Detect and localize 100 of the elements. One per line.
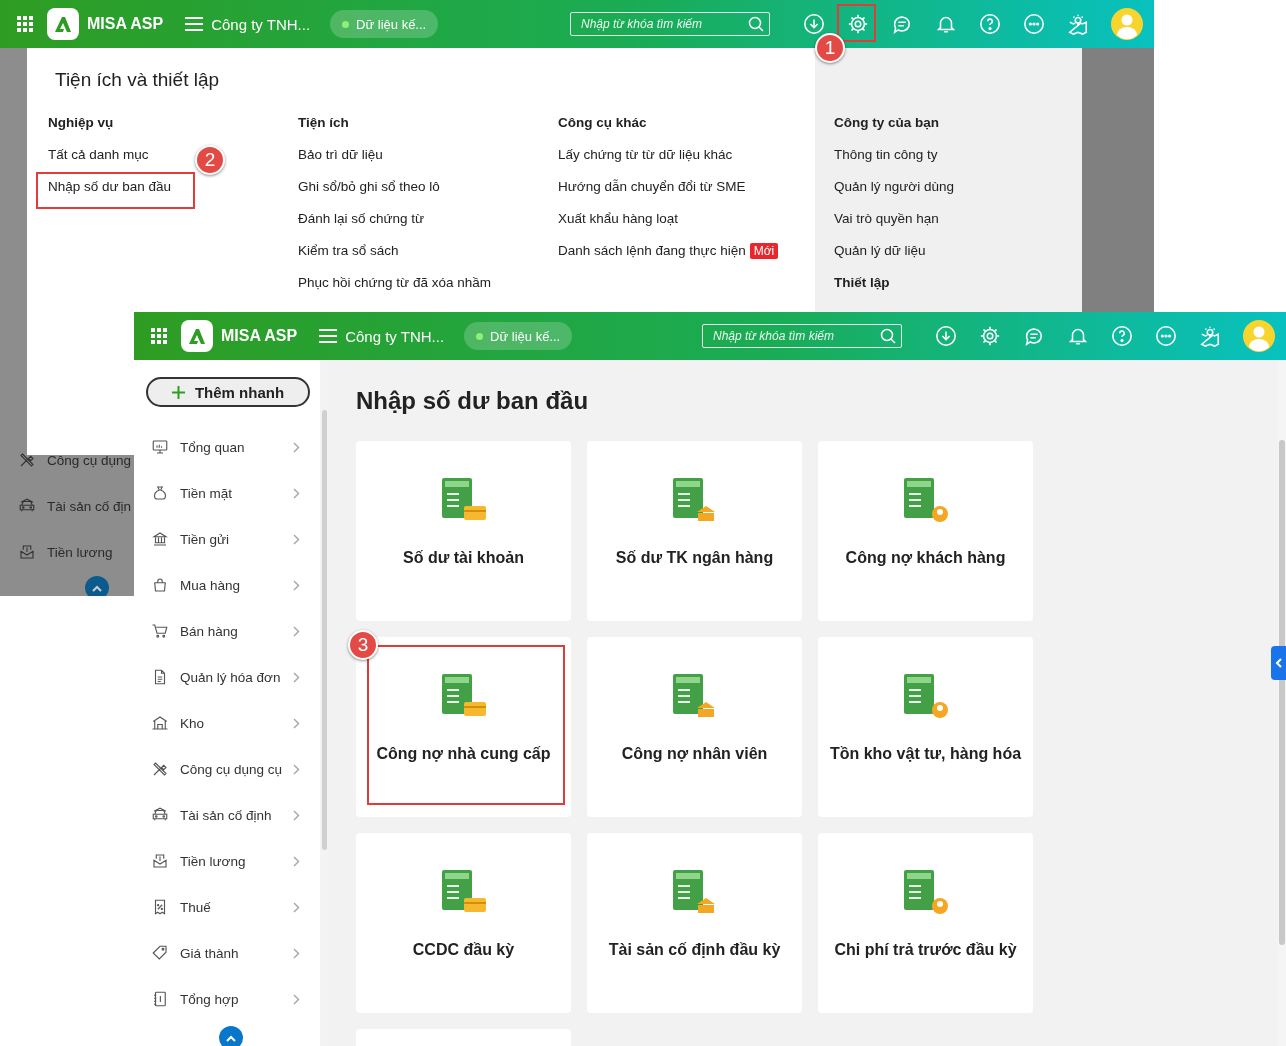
chat-icon[interactable] [1023,325,1045,347]
payroll-icon [151,852,169,870]
tag-icon [151,944,169,962]
menu-item[interactable]: Thông tin công ty [834,147,938,162]
option-card[interactable]: Tài sản cố định đầu kỳ [587,833,802,1013]
menu-item[interactable]: Bảo trì dữ liệu [298,147,383,162]
option-card[interactable]: CCDC đầu kỳ [356,833,571,1013]
search-field[interactable]: Nhập từ khóa tìm kiếm [570,12,770,36]
search-field[interactable]: Nhập từ khóa tìm kiếm [702,324,902,348]
scrollbar[interactable] [320,360,328,1046]
menu-item[interactable]: Ghi sổ/bỏ ghi sổ theo lô [298,179,440,194]
card-label: Công nợ nhà cung cấp [376,744,551,764]
chevron-icon [293,625,300,637]
section-heading: Công cụ khác [558,114,648,132]
nav-item[interactable]: Tiền lương [47,544,113,560]
card-label: CCDC đầu kỳ [412,940,515,960]
nav-item[interactable]: Giá thành [180,945,293,961]
scroll-up-button[interactable] [219,1026,243,1046]
section-heading: Nghiệp vụ [48,114,115,132]
settings-icon[interactable] [979,325,1001,347]
card-label: Chi phí trả trước đầu kỳ [834,940,1017,960]
menu-item[interactable]: Vai trò quyền hạn [834,211,939,226]
collapse-tab[interactable] [1271,646,1286,680]
option-card[interactable]: Số dư tài khoản [356,441,571,621]
help-icon[interactable] [1111,325,1133,347]
lightbulb-map-icon[interactable] [1199,325,1221,347]
menu-item[interactable]: Phục hồi chứng từ đã xóa nhầm [298,275,491,290]
chevron-icon [293,947,300,959]
menu-item[interactable]: Nhập số dư ban đầu [48,179,172,194]
search-icon [880,328,896,344]
chevron-icon [293,717,300,729]
menu-item[interactable]: Đánh lại số chứng từ [298,211,425,226]
cart-icon [151,622,169,640]
option-card[interactable]: Công nợ khách hàng [818,441,1033,621]
menu-icon[interactable] [319,329,338,343]
menu-icon[interactable] [185,17,204,31]
step-badge: 1 [815,33,845,63]
chevron-up-icon [226,1034,236,1042]
more-icon[interactable] [1023,13,1045,35]
menu-item[interactable]: Kiểm tra sổ sách [298,243,399,258]
settings-icon[interactable] [847,13,869,35]
option-card[interactable]: Công nợ nhân viên [587,637,802,817]
nav-item[interactable]: Tiền mặt [180,485,293,501]
nav-item[interactable]: Quản lý hóa đơn [180,669,293,685]
new-badge: Mới [749,243,779,259]
logo-icon [47,8,79,40]
nav-item[interactable]: Mua hàng [180,577,293,593]
chat-icon[interactable] [891,13,913,35]
menu-item[interactable]: Lấy chứng từ từ dữ liệu khác [558,147,733,162]
chevron-icon [293,441,300,453]
nav-item[interactable]: Kho [180,715,293,731]
nav-item[interactable]: Thuế [180,899,293,915]
shopping-bag-icon [151,576,169,594]
avatar-icon[interactable] [1243,320,1275,352]
avatar-icon[interactable] [1111,8,1143,40]
ledger-book-icon [151,990,169,1008]
search-icon [748,16,764,32]
download-icon[interactable] [935,325,957,347]
nav-item[interactable]: Tổng hợp [180,991,293,1007]
nav-item[interactable]: Tài sản cố địn [47,498,132,514]
lightbulb-map-icon[interactable] [1067,13,1089,35]
nav-item[interactable]: Công cụ dụng [47,452,132,468]
menu-title: Tiện ích và thiết lập [55,68,221,92]
nav-item[interactable]: Tiền gửi [180,531,293,547]
menu-item[interactable]: Tất cả danh mục [48,147,149,162]
chevron-icon [293,809,300,821]
chevron-icon [293,763,300,775]
section-heading: Thiết lập [834,274,891,292]
step-badge: 3 [348,630,378,660]
page-title: Nhập số dư ban đầu [356,386,590,416]
nav-item[interactable]: Tài sản cố định [180,807,293,823]
chevron-icon [293,579,300,591]
quick-add-button[interactable]: Thêm nhanh [146,377,310,407]
nav-item[interactable]: Công cụ dụng cụ [180,761,293,777]
chevron-icon [293,901,300,913]
app-grid-icon[interactable] [151,328,167,344]
nav-item[interactable]: Tiền lương [180,853,293,869]
step-badge: 2 [195,145,225,175]
chevron-up-icon [92,584,102,592]
menu-item[interactable]: Xuất khẩu hàng loạt [558,211,679,226]
menu-item[interactable]: Quản lý người dùng [834,179,954,194]
more-icon[interactable] [1155,325,1177,347]
card-label: Số dư tài khoản [403,548,524,568]
option-card[interactable]: Tồn kho vật tư, hàng hóa [818,637,1033,817]
plus-icon [171,385,185,399]
menu-item[interactable]: Hướng dẫn chuyển đổi từ SME [558,179,746,194]
app-grid-icon[interactable] [17,16,33,32]
nav-item[interactable]: Tổng quan [180,439,293,455]
chevron-left-icon [1275,658,1282,668]
warehouse-icon [151,714,169,732]
option-card[interactable]: Số dư TK ngân hàng [587,441,802,621]
card-label: Tồn kho vật tư, hàng hóa [829,744,1022,764]
section-heading: Tiện ích [298,114,350,132]
card-label: Công nợ nhân viên [621,744,768,764]
nav-item[interactable]: Bán hàng [180,623,293,639]
download-icon[interactable] [803,13,825,35]
menu-item[interactable]: Quản lý dữ liệu [834,243,926,258]
option-card[interactable]: Chi phí trả trước đầu kỳ [818,833,1033,1013]
menu-item[interactable]: Danh sách lệnh đang thực hiện [558,243,746,258]
help-icon[interactable] [979,13,1001,35]
